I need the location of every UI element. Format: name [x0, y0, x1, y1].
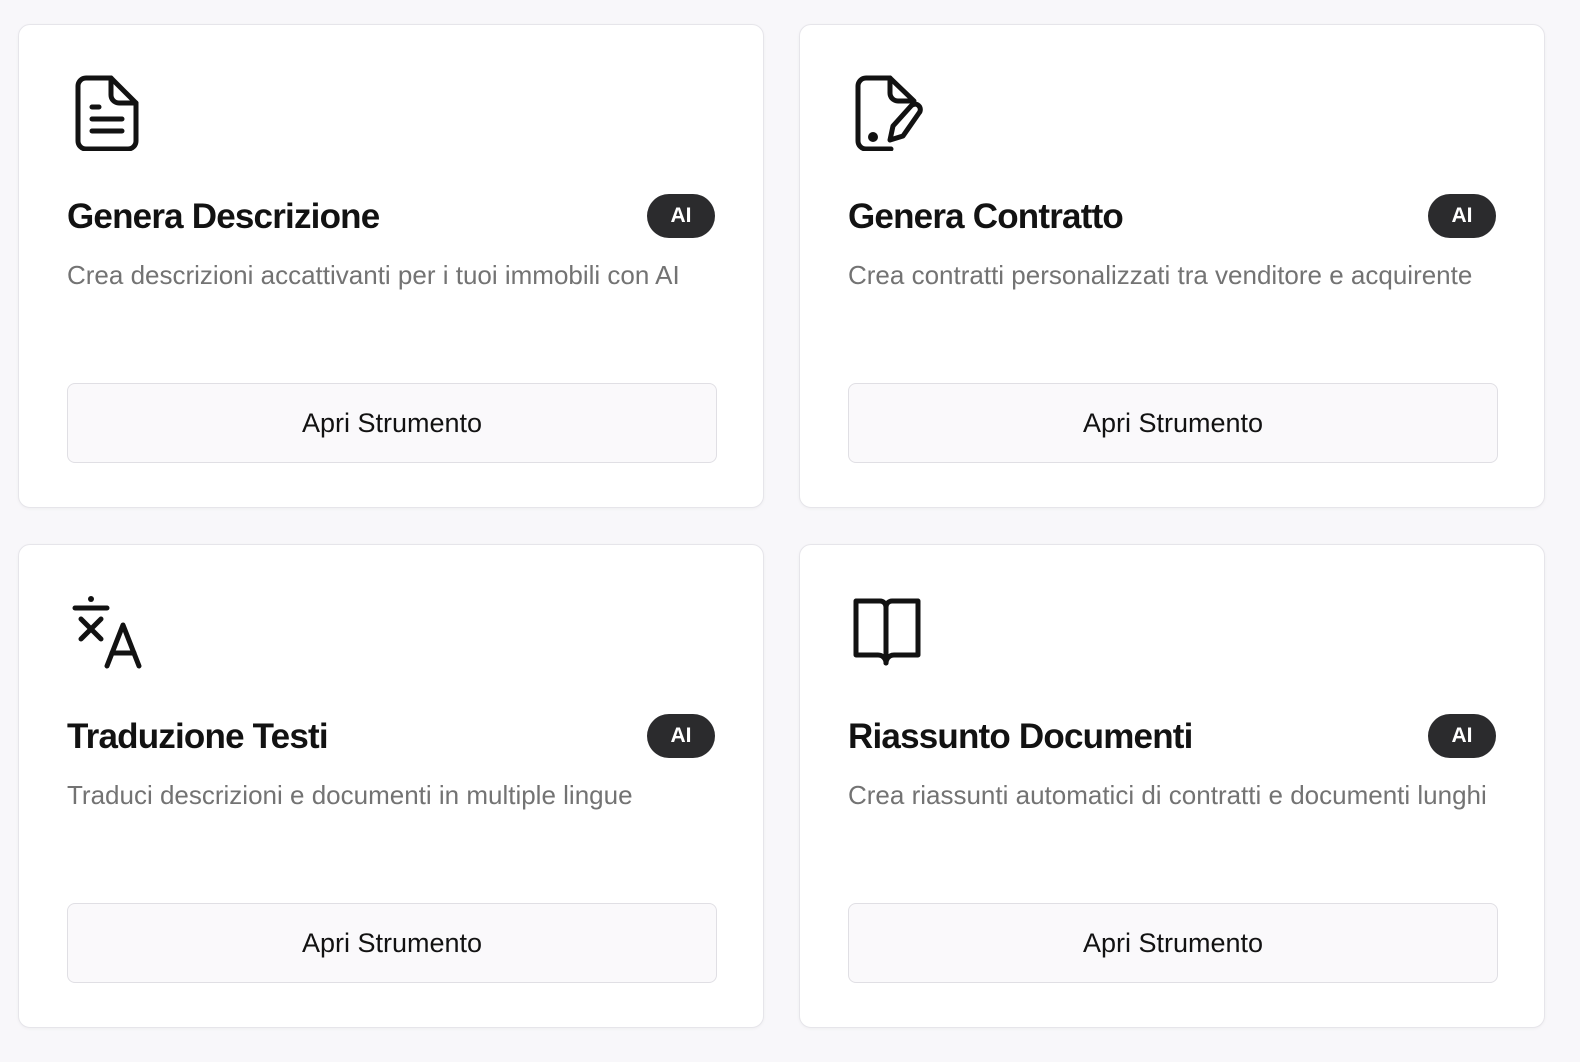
tool-title: Genera Descrizione	[67, 197, 380, 236]
tool-card-genera-descrizione: Genera Descrizione AI Crea descrizioni a…	[18, 24, 764, 508]
open-tool-button[interactable]: Apri Strumento	[848, 903, 1498, 983]
tool-card-genera-contratto: Genera Contratto AI Crea contratti perso…	[799, 24, 1545, 508]
file-signature-icon	[848, 71, 928, 151]
tool-description: Traduci descrizioni e documenti in multi…	[67, 780, 633, 810]
open-tool-button[interactable]: Apri Strumento	[848, 383, 1498, 463]
tool-title: Traduzione Testi	[67, 717, 329, 756]
ai-badge: AI	[1428, 714, 1496, 758]
ai-badge: AI	[1428, 194, 1496, 238]
ai-badge: AI	[647, 714, 715, 758]
tool-title: Genera Contratto	[848, 197, 1124, 236]
open-tool-button[interactable]: Apri Strumento	[67, 383, 717, 463]
book-open-icon	[848, 591, 928, 671]
tools-grid: Genera Descrizione AI Crea descrizioni a…	[0, 0, 1580, 1062]
tool-description: Crea contratti personalizzati tra vendit…	[848, 260, 1473, 290]
translate-icon	[67, 591, 147, 671]
tool-card-riassunto-documenti: Riassunto Documenti AI Crea riassunti au…	[799, 544, 1545, 1028]
tool-description: Crea riassunti automatici di contratti e…	[848, 780, 1487, 810]
tool-title: Riassunto Documenti	[848, 717, 1193, 756]
ai-badge: AI	[647, 194, 715, 238]
tool-description: Crea descrizioni accattivanti per i tuoi…	[67, 260, 680, 290]
tool-card-traduzione-testi: Traduzione Testi AI Traduci descrizioni …	[18, 544, 764, 1028]
open-tool-button[interactable]: Apri Strumento	[67, 903, 717, 983]
file-text-icon	[67, 71, 147, 151]
